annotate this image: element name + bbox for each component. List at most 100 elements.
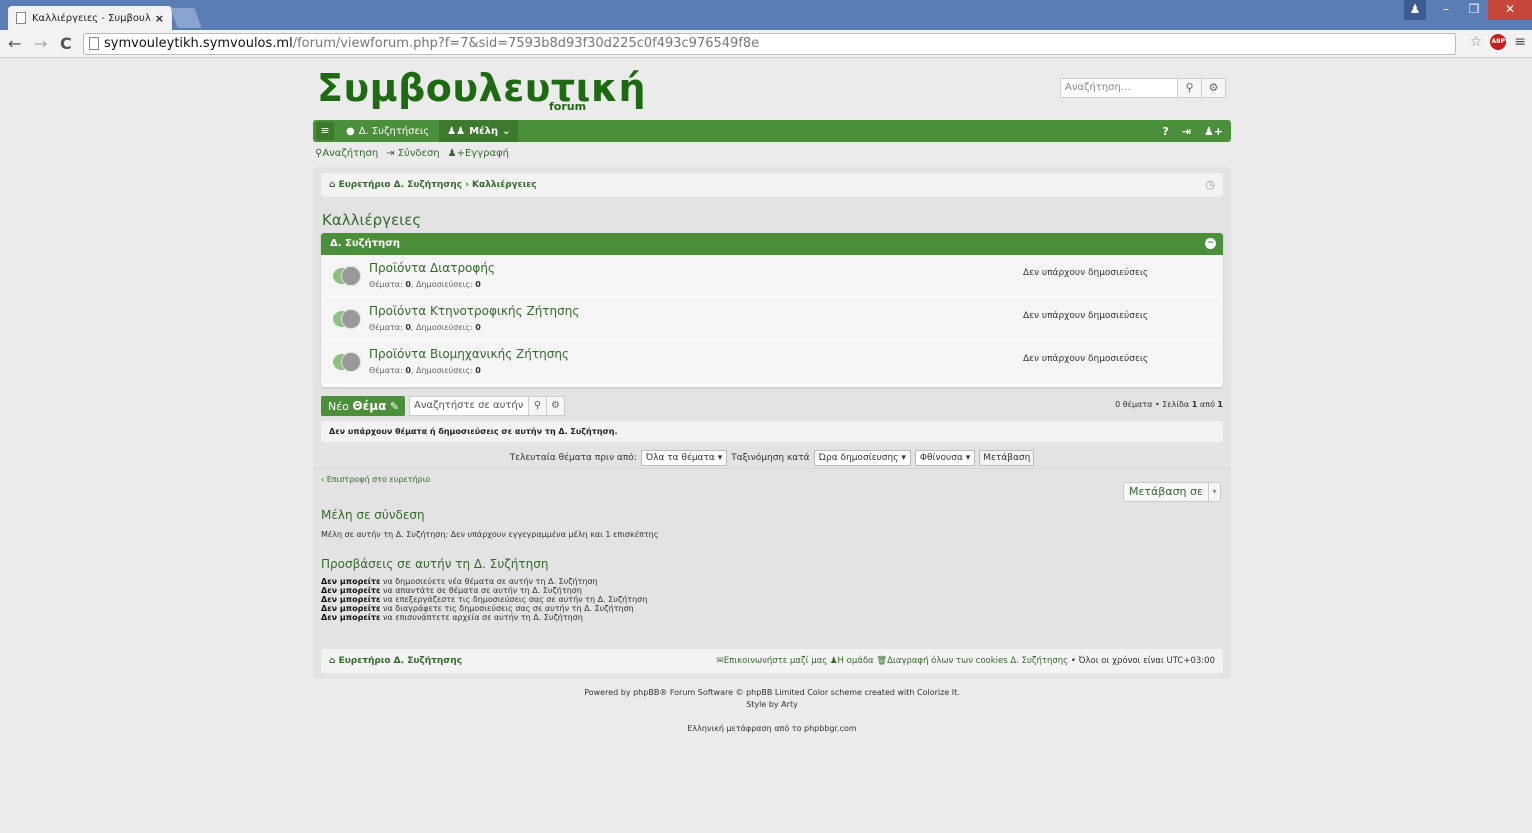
extensions: ☆ ABP ≡ bbox=[1470, 34, 1526, 50]
permission-bold: Δεν μπορείτε bbox=[321, 604, 381, 613]
contact-link[interactable]: ✉Επικοινωνήστε μαζί μας bbox=[717, 656, 828, 666]
team-link[interactable]: ♟Η ομάδα bbox=[830, 656, 874, 666]
no-topics-notice: Δεν υπάρχουν θέματα ή δημοσιεύσεις σε αυ… bbox=[321, 421, 1223, 442]
breadcrumb: ⌂ Ευρετήριο Δ. Συζήτησης › Καλλιέργειες … bbox=[321, 173, 1223, 197]
last-post: Δεν υπάρχουν δημοσιεύσεις bbox=[1023, 268, 1149, 278]
home-icon: ⌂ bbox=[329, 656, 339, 666]
window-controls: ♟ – ❐ ✕ bbox=[1404, 0, 1532, 20]
help-icon[interactable]: ? bbox=[1162, 125, 1168, 138]
login-icon: ⇥ bbox=[386, 148, 398, 159]
forum-search: Αναζητήστε σε αυτήν ⚲ ⚙ bbox=[409, 396, 565, 416]
reload-icon[interactable]: C bbox=[60, 34, 72, 53]
posts-count: 0 bbox=[475, 366, 481, 375]
user-icon[interactable]: ♟ bbox=[1404, 0, 1426, 20]
gear-icon[interactable]: ⚙ bbox=[547, 396, 565, 416]
footer-index-label: Ευρετήριο Δ. Συζήτησης bbox=[338, 656, 463, 666]
nav-discussions[interactable]: ● Δ. Συζητήσεις bbox=[346, 126, 429, 137]
search-icon[interactable]: ⚲ bbox=[1178, 78, 1202, 98]
page-icon bbox=[16, 12, 26, 24]
jump-to-button[interactable]: Μετάβαση σε ▾ bbox=[1123, 482, 1221, 502]
new-tab-button[interactable] bbox=[170, 8, 202, 28]
pagination-of: από bbox=[1199, 400, 1215, 409]
style-credit: Style by Arty bbox=[746, 700, 798, 709]
contact-label: Επικοινωνήστε μαζί μας bbox=[723, 656, 828, 666]
close-tab-icon[interactable]: × bbox=[155, 12, 164, 25]
delete-cookies-link[interactable]: 🗑Διαγραφή όλων των cookies Δ. Συζήτησης bbox=[876, 656, 1068, 666]
search-icon[interactable]: ⚲ bbox=[529, 396, 547, 416]
sort-key-select[interactable]: Ώρα δημοσίευσης ▾ bbox=[813, 449, 911, 466]
team-icon: ♟ bbox=[829, 656, 838, 666]
login-icon[interactable]: ⇥ bbox=[1182, 125, 1191, 138]
team-label: Η ομάδα bbox=[837, 656, 874, 666]
star-icon[interactable]: ☆ bbox=[1470, 34, 1483, 50]
back-icon[interactable]: ← bbox=[8, 34, 21, 53]
site-logo-sub: forum bbox=[549, 100, 587, 113]
forum-stats: Θέματα: 0, Δημοσιεύσεις: 0 bbox=[369, 366, 481, 375]
sort-key-value: Ώρα δημοσίευσης bbox=[818, 452, 899, 463]
forum-search-input[interactable]: Αναζητήστε σε αυτήν bbox=[409, 396, 529, 416]
menu-icon[interactable]: ≡ bbox=[1514, 34, 1526, 50]
last-topics-label: Τελευταία θέματα πριν από: bbox=[509, 452, 637, 463]
nav-members[interactable]: ♟♟ Μέλη ⌄ bbox=[439, 120, 519, 142]
collapse-icon[interactable]: − bbox=[1205, 238, 1216, 249]
quick-register-link[interactable]: ♟+Εγγραφή bbox=[448, 148, 509, 159]
browser-tab[interactable]: Καλλιέργειες - Συμβουλευ × bbox=[8, 6, 172, 30]
adblock-icon[interactable]: ABP bbox=[1490, 34, 1507, 50]
tab-title: Καλλιέργειες - Συμβουλευ bbox=[32, 12, 151, 24]
users-icon: ♟♟ bbox=[447, 125, 466, 137]
register-icon[interactable]: ♟+ bbox=[1204, 125, 1223, 138]
forum-title[interactable]: Προϊόντα Κτηνοτροφικής Ζήτησης bbox=[369, 304, 579, 318]
quick-search-link[interactable]: ⚲Αναζήτηση bbox=[315, 148, 378, 159]
timezone-text: • Όλοι οι χρόνοι είναι UTC+03:00 bbox=[1070, 656, 1215, 666]
breadcrumb-index[interactable]: Ευρετήριο Δ. Συζήτησης bbox=[339, 180, 462, 190]
permission-text: να δημοσιεύετε νέα θέματα σε αυτήν τη Δ.… bbox=[383, 577, 598, 586]
forward-icon[interactable]: → bbox=[34, 34, 47, 53]
permission-item: Δεν μπορείτε να επισυνάπτετε αρχεία σε α… bbox=[321, 613, 647, 622]
forum-category-label[interactable]: Δ. Συζήτηση bbox=[330, 238, 400, 249]
copyright-line: Powered by phpBB® Forum Software © phpBB… bbox=[584, 688, 960, 697]
delete-cookies-label: Διαγραφή όλων των cookies Δ. Συζήτησης bbox=[887, 656, 1069, 666]
header-search-input[interactable]: Αναζήτηση… bbox=[1060, 78, 1178, 98]
permission-item: Δεν μπορείτε να διαγράφετε τις δημοσιεύσ… bbox=[321, 604, 647, 613]
main-panel: ⌂ Ευρετήριο Δ. Συζήτησης › Καλλιέργειες … bbox=[313, 167, 1231, 679]
forum-title[interactable]: Προϊόντα Βιομηχανικής Ζήτησης bbox=[369, 347, 569, 361]
restore-icon[interactable]: ❐ bbox=[1460, 0, 1488, 20]
forum-row: Προϊόντα Βιομηχανικής Ζήτησης Θέματα: 0,… bbox=[321, 341, 1223, 384]
url-field[interactable]: symvouleytikh.symvoulos.ml/forum/viewfor… bbox=[83, 33, 1456, 55]
back-to-index-link[interactable]: ‹ Επιστροφή στο ευρετήριο bbox=[321, 475, 430, 484]
forum-title[interactable]: Προϊόντα Διατροφής bbox=[369, 261, 495, 275]
days-select-value: Όλα τα θέματα bbox=[645, 452, 715, 463]
page-title[interactable]: Καλλιέργειες bbox=[322, 211, 421, 229]
permission-item: Δεν μπορείτε να δημοσιεύετε νέα θέματα σ… bbox=[321, 577, 647, 586]
go-button[interactable]: Μετάβαση bbox=[979, 449, 1035, 466]
permission-text: να επισυνάπτετε αρχεία σε αυτήν τη Δ. Συ… bbox=[383, 613, 583, 622]
quick-links: ⚲Αναζήτηση ⇥ Σύνδεση ♟+Εγγραφή bbox=[315, 148, 509, 159]
new-topic-button[interactable]: Νέο Θέμα ✎ bbox=[321, 396, 405, 416]
gear-icon[interactable]: ⚙ bbox=[1202, 78, 1226, 98]
hamburger-icon[interactable]: ≡ bbox=[316, 122, 334, 140]
close-window-icon[interactable]: ✕ bbox=[1488, 0, 1532, 20]
online-heading: Μέλη σε σύνδεση bbox=[321, 508, 425, 522]
new-topic-bold: Θέμα bbox=[352, 399, 387, 413]
header-search: Αναζήτηση… ⚲ ⚙ bbox=[1060, 78, 1228, 98]
site-logo[interactable]: Συμβουλευτική bbox=[317, 66, 646, 110]
breadcrumb-current[interactable]: Καλλιέργειες bbox=[472, 180, 537, 190]
nav-discussions-label: Δ. Συζητήσεις bbox=[358, 125, 430, 137]
back-to-index-label: Επιστροφή στο ευρετήριο bbox=[326, 475, 431, 484]
action-bar: Νέο Θέμα ✎ Αναζητήστε σε αυτήν ⚲ ⚙ 0 θέμ… bbox=[321, 396, 1223, 416]
days-select[interactable]: Όλα τα θέματα ▾ bbox=[640, 449, 728, 466]
forum-row: Προϊόντα Διατροφής Θέματα: 0, Δημοσιεύσε… bbox=[321, 255, 1223, 298]
permission-text: να επεξεργάζεστε τις δημοσιεύσεις σας σε… bbox=[383, 595, 648, 604]
permission-bold: Δεν μπορείτε bbox=[321, 577, 381, 586]
footer-index-link[interactable]: ⌂ Ευρετήριο Δ. Συζήτησης bbox=[329, 656, 462, 666]
permission-bold: Δεν μπορείτε bbox=[321, 613, 381, 622]
posts-label: Δημοσιεύσεις: bbox=[416, 280, 473, 289]
posts-label: Δημοσιεύσεις: bbox=[416, 323, 473, 332]
sort-direction-select[interactable]: Φθίνουσα ▾ bbox=[914, 449, 976, 466]
minimize-icon[interactable]: – bbox=[1432, 0, 1460, 20]
quick-login-link[interactable]: ⇥ Σύνδεση bbox=[386, 148, 439, 159]
permission-item: Δεν μπορείτε να επεξεργάζεστε τις δημοσι… bbox=[321, 595, 647, 604]
register-icon: ♟+ bbox=[447, 148, 465, 159]
sort-direction-value: Φθίνουσα bbox=[919, 452, 963, 463]
breadcrumb-separator: › bbox=[465, 180, 469, 190]
